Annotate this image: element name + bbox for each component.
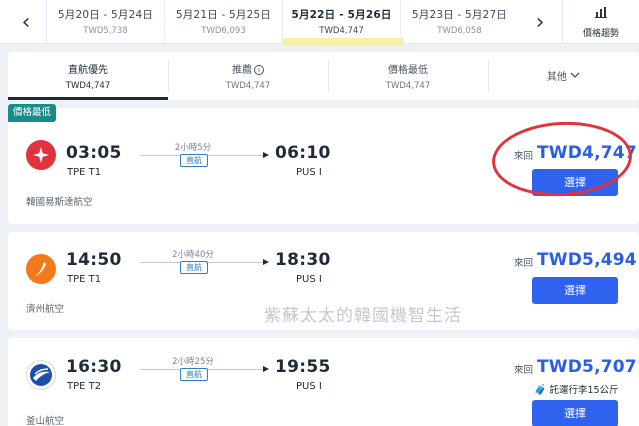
date-tab-price: TWD4,747 — [319, 26, 364, 36]
sort-tabs-bar: 直航優先 TWD4,747 推薦 i TWD4,747 價格最低 TWD4,747… — [8, 52, 639, 100]
luggage-allowance: 託運行李15公斤 — [549, 385, 619, 396]
flight-duration: 2小時5分 — [174, 143, 212, 153]
sort-tab-label-wrap: 其他 — [488, 68, 639, 83]
tab-recommended[interactable]: 推薦 i TWD4,747 — [168, 52, 328, 100]
flight-price: TWD4,747 — [537, 143, 637, 163]
arrival-airport: PUS I — [296, 167, 322, 178]
airline-name: 韓國易斯達航空 — [26, 197, 93, 208]
eastar-logo-icon — [26, 140, 56, 170]
flight-price: TWD5,707 — [537, 357, 637, 377]
select-flight-button[interactable]: 選擇 — [532, 169, 618, 196]
date-tab-price: TWD6,093 — [201, 26, 246, 36]
date-selector-bar: ‹ 5月20日 - 5月24日 TWD5,738 5月21日 - 5月25日 T… — [0, 0, 639, 46]
sort-tab-label: 直航優先 — [68, 65, 108, 76]
departure-airport: TPE T1 — [67, 274, 102, 285]
date-tab-0[interactable]: 5月20日 - 5月24日 TWD5,738 — [46, 0, 164, 44]
date-tab-dates: 5月21日 - 5月25日 — [175, 9, 272, 21]
sort-tab-price: TWD4,747 — [385, 81, 431, 91]
flight-duration: 2小時25分 — [172, 357, 214, 367]
tab-lowest-price[interactable]: 價格最低 TWD4,747 — [328, 52, 488, 100]
prev-dates-chevron-left-icon[interactable]: ‹ — [6, 0, 46, 44]
arrival-time: 18:30 — [275, 250, 331, 270]
price-trend-label: 價格趨勢 — [582, 29, 619, 39]
flight-duration: 2小時40分 — [172, 250, 214, 260]
luggage-info: 🧳 託運行李15公斤 — [534, 382, 619, 396]
luggage-icon: 🧳 — [534, 385, 547, 396]
departure-time: 14:50 — [66, 250, 122, 270]
sort-tab-price: TWD4,747 — [225, 81, 271, 91]
flight-card[interactable]: 價格最低 03:05 TPE T1 2小時5分 直航 06:10 PUS I 韓… — [8, 104, 639, 224]
round-trip-label: 來回 — [514, 258, 534, 269]
date-tab-dates: 5月23日 - 5月27日 — [411, 9, 508, 21]
chevron-down-icon — [570, 71, 580, 82]
date-tab-1[interactable]: 5月21日 - 5月25日 TWD6,093 — [164, 0, 282, 44]
sort-tab-label: 其他 — [546, 72, 567, 83]
bar-chart-icon — [563, 6, 639, 22]
jejuair-logo-icon — [26, 254, 56, 284]
next-dates-chevron-right-icon[interactable]: › — [520, 0, 560, 44]
info-icon[interactable]: i — [254, 65, 264, 75]
round-trip-label: 來回 — [514, 151, 534, 162]
departure-time: 03:05 — [66, 143, 122, 163]
airline-name: 濟州航空 — [26, 304, 65, 315]
select-flight-button[interactable]: 選擇 — [532, 400, 618, 426]
arrival-airport: PUS I — [296, 381, 322, 392]
price-trend-button[interactable]: 價格趨勢 — [562, 0, 639, 44]
lowest-price-badge: 價格最低 — [8, 104, 57, 122]
date-tab-price: TWD6,058 — [437, 26, 482, 36]
direct-flight-tag: 直航 — [180, 368, 208, 381]
tab-more-options[interactable]: 其他 — [488, 52, 639, 100]
direct-flight-tag: 直航 — [180, 154, 208, 167]
tab-direct-first[interactable]: 直航優先 TWD4,747 — [8, 52, 168, 100]
sort-tab-label: 推薦 — [232, 65, 252, 76]
sort-tab-label-wrap: 推薦 i — [168, 61, 328, 76]
airline-name: 釜山航空 — [26, 416, 65, 426]
arrival-airport: PUS I — [296, 274, 322, 285]
departure-time: 16:30 — [66, 357, 122, 377]
departure-airport: TPE T1 — [67, 167, 102, 178]
sort-tab-price: TWD4,747 — [65, 81, 111, 91]
date-tab-2[interactable]: 5月22日 - 5月26日 TWD4,747 — [282, 0, 400, 44]
flight-card[interactable]: 14:50 TPE T1 2小時40分 直航 18:30 PUS I 濟州航空 … — [8, 232, 639, 330]
arrival-time: 19:55 — [275, 357, 331, 377]
airbusan-logo-icon — [26, 360, 56, 390]
round-trip-label: 來回 — [514, 365, 534, 376]
flight-price: TWD5,494 — [537, 250, 637, 270]
date-tab-dates: 5月22日 - 5月26日 — [291, 9, 392, 21]
date-tab-3[interactable]: 5月23日 - 5月27日 TWD6,058 — [400, 0, 518, 44]
date-tab-dates: 5月20日 - 5月24日 — [57, 9, 154, 21]
departure-airport: TPE T2 — [67, 381, 102, 392]
sort-tab-label: 價格最低 — [388, 65, 428, 76]
arrival-time: 06:10 — [275, 143, 331, 163]
date-tab-price: TWD5,738 — [83, 26, 128, 36]
select-flight-button[interactable]: 選擇 — [532, 277, 618, 304]
flight-card[interactable]: 16:30 TPE T2 2小時25分 直航 19:55 PUS I 釜山航空 … — [8, 338, 639, 426]
direct-flight-tag: 直航 — [180, 261, 208, 274]
